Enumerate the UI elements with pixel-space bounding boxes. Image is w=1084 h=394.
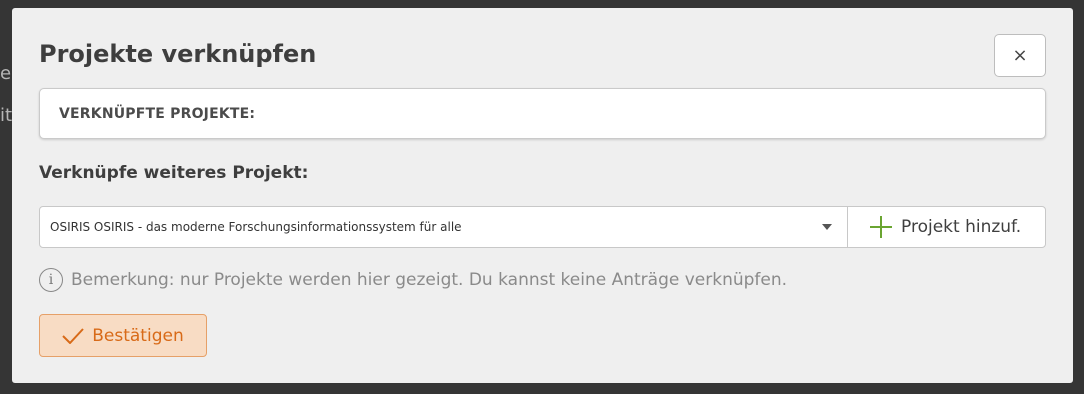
plus-icon — [870, 216, 892, 238]
close-icon: × — [1012, 45, 1028, 66]
link-more-heading: Verknüpfe weiteres Projekt: — [39, 163, 309, 183]
close-button[interactable]: × — [994, 34, 1046, 77]
backdrop-text: e — [0, 63, 12, 84]
info-icon: i — [39, 268, 63, 292]
modal-title: Projekte verknüpfen — [39, 40, 317, 68]
project-select[interactable]: OSIRIS OSIRIS - das moderne Forschungsin… — [39, 206, 848, 248]
info-note: i Bemerkung: nur Projekte werden hier ge… — [39, 268, 787, 292]
add-project-button[interactable]: Projekt hinzuf. — [847, 206, 1046, 248]
linked-projects-panel: VERKNÜPFTE PROJEKTE: — [39, 88, 1046, 139]
linked-projects-label: VERKNÜPFTE PROJEKTE: — [59, 105, 256, 122]
add-project-label: Projekt hinzuf. — [901, 217, 1022, 237]
check-icon — [62, 327, 84, 344]
project-select-value: OSIRIS OSIRIS - das moderne Forschungsin… — [50, 220, 462, 234]
note-text: Bemerkung: nur Projekte werden hier geze… — [71, 270, 788, 290]
link-projects-modal: Projekte verknüpfen × VERKNÜPFTE PROJEKT… — [12, 8, 1073, 383]
confirm-label: Bestätigen — [92, 325, 184, 346]
chevron-down-icon[interactable] — [822, 224, 832, 230]
confirm-button[interactable]: Bestätigen — [39, 314, 207, 357]
backdrop-text: it — [0, 105, 13, 126]
